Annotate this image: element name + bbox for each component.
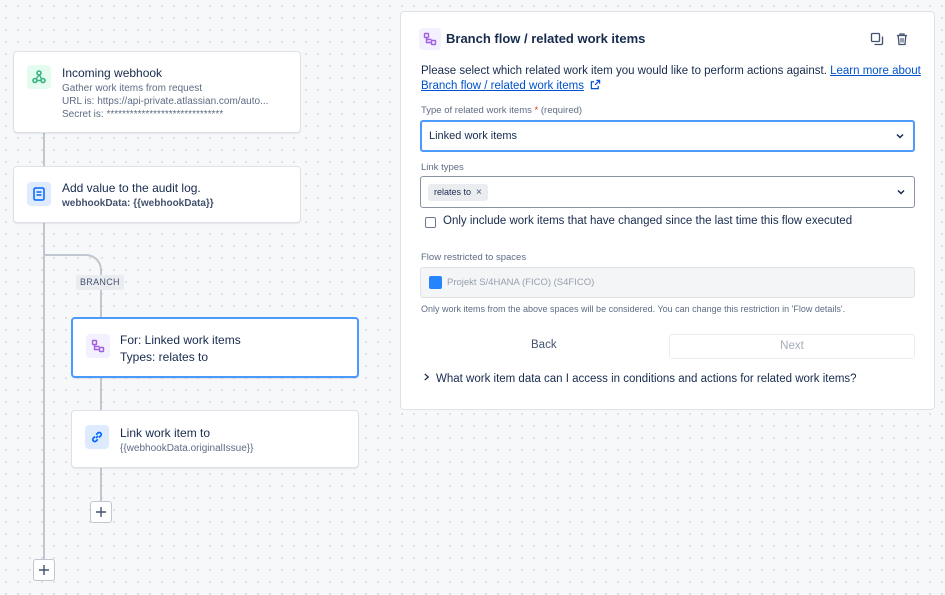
audit-log-detail: webhookData: {{webhookData}} [62,198,214,209]
duplicate-button[interactable] [868,30,886,48]
type-of-related-work-items-select[interactable]: Linked work items [420,120,915,152]
trigger-title: Incoming webhook [62,66,163,80]
branch-node-linked-work-items[interactable]: For: Linked work items Types: relates to [71,317,359,378]
panel-intro: Please select which related work item yo… [421,64,921,94]
webhook-icon [27,65,51,89]
link-types-label: Link types [421,162,464,173]
action-card-link-work-item[interactable]: Link work item to {{webhookData.original… [71,410,359,468]
plus-icon [39,565,49,575]
required-mark: * [534,105,539,116]
branch-icon [419,28,441,50]
back-button[interactable]: Back [531,339,557,351]
space-avatar-icon [429,276,442,289]
space-chip: Projekt S/4HANA (FICO) (S4FICO) [429,276,594,289]
trigger-line-3: Secret is: *****************************… [62,109,224,120]
delete-button[interactable] [893,30,911,48]
restricted-spaces-label: Flow restricted to spaces [421,252,527,263]
restricted-spaces-field: Projekt S/4HANA (FICO) (S4FICO) [420,267,915,298]
duplicate-icon [870,32,884,46]
external-link-icon [590,79,601,90]
chevron-right-icon [424,373,430,381]
branch-config-panel: Branch flow / related work items Please … [400,11,935,410]
audit-log-title: Add value to the audit log. [62,181,201,195]
type-label-text: Type of related work items [421,105,532,116]
branch-label: BRANCH [76,275,124,290]
trash-icon [897,33,907,46]
only-changed-checkbox[interactable] [425,217,436,228]
link-types-select[interactable]: relates to × [420,176,915,208]
branch-node-detail: Types: relates to [120,350,209,364]
panel-intro-text: Please select which related work item yo… [421,65,831,77]
branch-connector-horizontal [44,254,84,256]
link-icon [85,425,109,449]
link-work-item-detail: {{webhookData.originalIssue}} [120,443,254,454]
trigger-line-2: URL is: https://api-private.atlassian.co… [62,96,269,107]
remove-tag-icon[interactable]: × [476,187,482,198]
link-work-item-title: Link work item to [120,426,211,440]
next-button[interactable]: Next [669,334,915,359]
trigger-card-incoming-webhook[interactable]: Incoming webhook Gather work items from … [13,51,301,133]
trigger-line-1: Gather work items from request [62,83,203,94]
restricted-spaces-help: Only work items from the above spaces wi… [421,304,846,314]
add-component-button[interactable] [33,559,55,581]
type-select-value: Linked work items [429,130,518,142]
audit-log-icon [27,182,51,206]
only-changed-label: Only include work items that have change… [443,215,853,227]
chevron-down-icon [897,189,905,195]
link-type-tag: relates to × [428,184,488,201]
panel-title: Branch flow / related work items [446,31,646,46]
faq-text: What work item data can I access in cond… [436,373,857,385]
link-type-tag-label: relates to [434,187,472,197]
space-chip-label: Projekt S/4HANA (FICO) (S4FICO) [447,277,595,288]
branch-icon [86,334,110,358]
related-data-faq-toggle[interactable]: What work item data can I access in cond… [423,372,857,385]
plus-icon [96,507,106,517]
branch-node-title: For: Linked work items [120,333,241,347]
add-branch-component-button[interactable] [90,501,112,523]
type-field-label: Type of related work items * (required) [421,105,582,116]
chevron-down-icon [896,133,904,139]
action-card-audit-log[interactable]: Add value to the audit log. webhookData:… [13,166,301,223]
required-text: (required) [540,105,583,116]
